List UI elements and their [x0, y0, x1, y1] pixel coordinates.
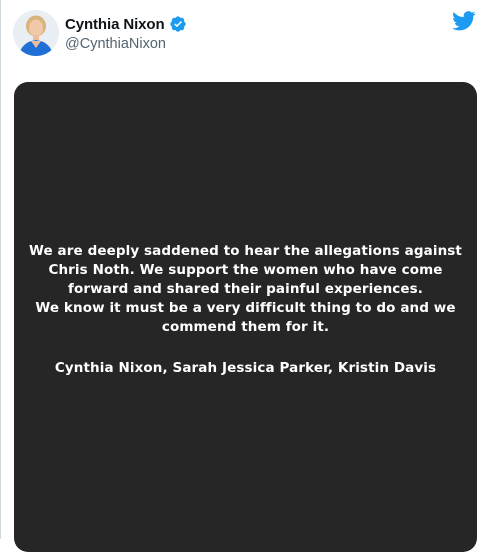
- statement-signature: Cynthia Nixon, Sarah Jessica Parker, Kri…: [54, 360, 437, 376]
- statement-line: forward and shared their painful experie…: [67, 281, 423, 297]
- statement-line: We are deeply saddened to hear the alleg…: [28, 243, 462, 259]
- author-handle[interactable]: @CynthiaNixon: [65, 36, 187, 52]
- avatar[interactable]: [13, 10, 59, 56]
- statement-line: commend them for it.: [161, 319, 330, 335]
- statement-text: We are deeply saddened to hear the alleg…: [14, 242, 477, 337]
- twitter-bird-icon[interactable]: [452, 11, 476, 31]
- statement-image[interactable]: We are deeply saddened to hear the alleg…: [14, 82, 477, 552]
- author-block: Cynthia Nixon @CynthiaNixon: [65, 14, 187, 52]
- statement-line: We know it must be a very difficult thin…: [35, 300, 456, 316]
- author-name[interactable]: Cynthia Nixon: [65, 16, 165, 33]
- tweet-card: Cynthia Nixon @CynthiaNixon We are deepl…: [0, 0, 491, 552]
- tweet-header: Cynthia Nixon @CynthiaNixon: [13, 10, 479, 62]
- name-row: Cynthia Nixon: [65, 14, 187, 34]
- statement-line: Chris Noth. We support the women who hav…: [48, 262, 443, 278]
- verified-badge-icon: [169, 15, 187, 33]
- avatar-photo: [13, 10, 59, 56]
